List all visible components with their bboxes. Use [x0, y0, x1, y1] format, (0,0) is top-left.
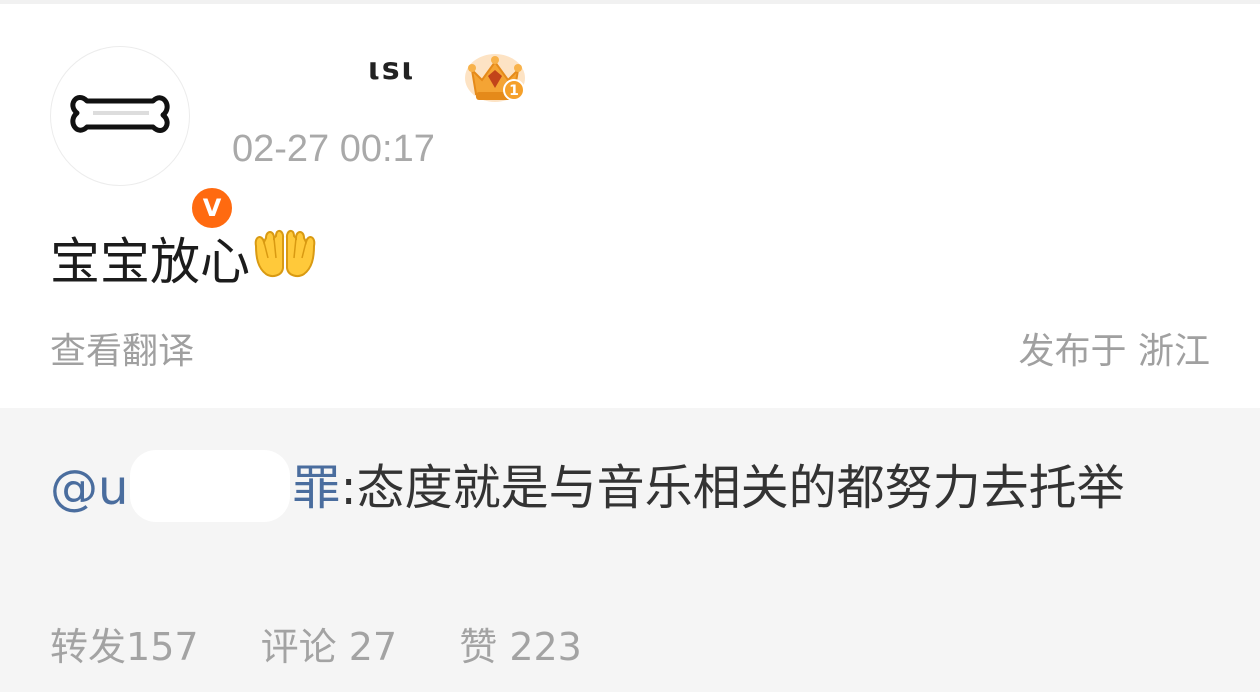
author-name[interactable]: ιsι [368, 52, 415, 87]
comment-count: 27 [348, 625, 398, 669]
weibo-post-screen: V ιsι 1 02-27 00:17 宝宝放心 查看翻译 发布于 浙江 @u … [0, 0, 1260, 692]
post-content: 宝宝放心 [50, 230, 318, 299]
repost-label: 转发 [50, 625, 127, 669]
mention-partial-end: 罪 [292, 460, 341, 516]
translate-link[interactable]: 查看翻译 [50, 322, 194, 374]
bone-icon [70, 95, 170, 133]
comment-stat[interactable]: 评论 27 [261, 616, 397, 671]
comment-label: 评论 [260, 625, 337, 669]
repost-stats: 转发157 评论 27 赞 223 [50, 616, 632, 671]
verified-badge: V [189, 185, 235, 231]
like-count: 223 [509, 625, 582, 669]
repost-content[interactable]: @u 罪:态度就是与音乐相关的都努力去托举 [50, 448, 1220, 528]
crown-badge-number: 1 [509, 83, 519, 99]
repost-count: 157 [126, 625, 199, 669]
top-divider [0, 0, 1260, 4]
avatar[interactable]: V [50, 46, 235, 231]
palms-up-together-icon [252, 228, 318, 295]
like-label: 赞 [459, 625, 498, 669]
like-stat[interactable]: 赞 223 [459, 616, 582, 671]
post-timestamp: 02-27 00:17 [232, 128, 435, 170]
mention-prefix: @ [50, 460, 98, 516]
crown-icon[interactable]: 1 [462, 50, 528, 106]
repost-text: :态度就是与音乐相关的都努力去托举 [340, 460, 1125, 516]
mention-partial-start: u [98, 460, 129, 516]
post-location: 发布于 浙江 [1018, 331, 1210, 372]
mention-link[interactable]: @u 罪 [50, 450, 341, 522]
redaction-mask [130, 450, 291, 522]
post-text: 宝宝放心 [50, 233, 250, 291]
repost-stat[interactable]: 转发157 [50, 616, 199, 671]
